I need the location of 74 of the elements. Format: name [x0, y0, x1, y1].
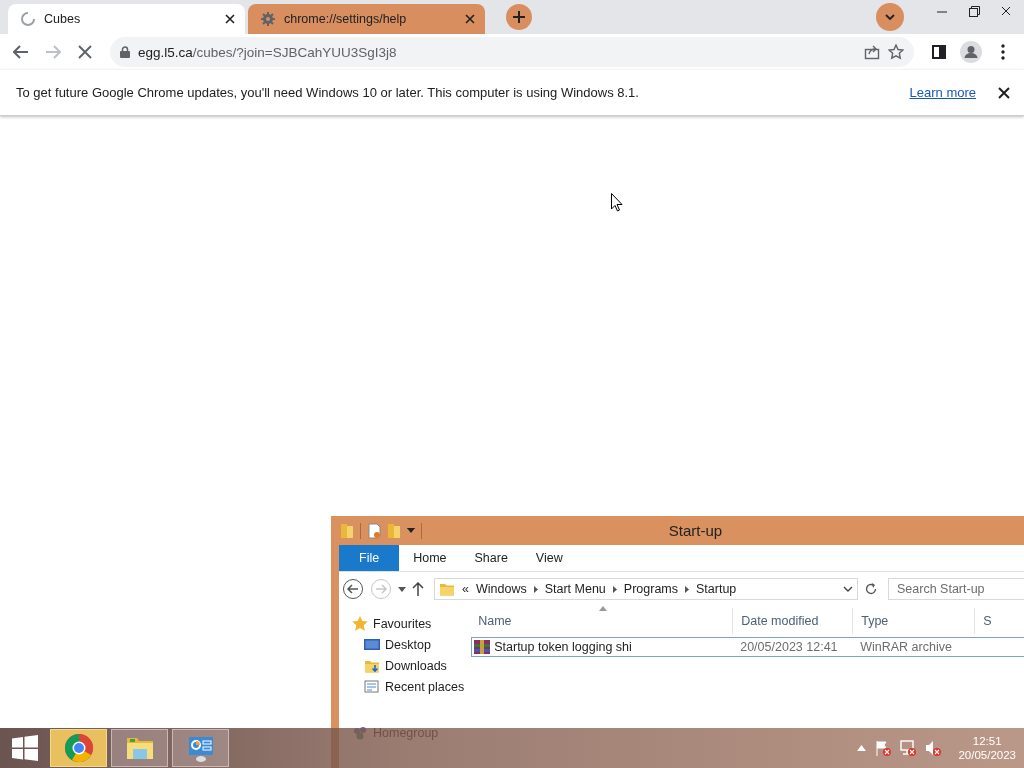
nav-item[interactable]: Downloads: [364, 658, 465, 674]
mouse-cursor-icon: [611, 193, 623, 212]
ribbon-tab[interactable]: File: [339, 545, 400, 571]
new-tab-button[interactable]: [506, 4, 532, 30]
column-header[interactable]: Date modified: [733, 608, 854, 634]
archive-icon: [474, 639, 491, 655]
star-icon[interactable]: [888, 44, 904, 60]
taskbar-app-button[interactable]: [172, 729, 229, 767]
close-icon[interactable]: [225, 14, 235, 24]
chrome-icon: [63, 733, 94, 763]
flag-icon[interactable]: [875, 740, 892, 756]
properties-icon[interactable]: [367, 522, 381, 539]
nav-item[interactable]: Recent places: [364, 679, 465, 695]
dropdown-caret-icon[interactable]: [843, 586, 853, 592]
breadcrumb-item[interactable]: Startup: [696, 582, 737, 596]
overflow-chevron[interactable]: «: [462, 582, 469, 596]
profile-icon[interactable]: [960, 41, 982, 63]
nav-item[interactable]: Desktop: [364, 637, 465, 653]
file-row[interactable]: Startup token logging shi 20/05/2023 12:41 WinRAR archive: [471, 637, 1024, 657]
ribbon-tab[interactable]: Share: [460, 545, 522, 571]
date-modified-cell-text: 20/05/2023 12:41: [739, 640, 839, 654]
search-field[interactable]: Search Start-up: [888, 578, 1024, 600]
favourites-icon: [352, 616, 368, 632]
speaker-icon[interactable]: [925, 740, 942, 756]
close-icon[interactable]: [998, 86, 1010, 99]
ribbon-tab[interactable]: View: [521, 545, 577, 571]
browser-tab[interactable]: chrome://settings/help: [248, 4, 485, 34]
file-type-cell-text: WinRAR archive: [859, 640, 953, 654]
clock-time: 12:51: [972, 734, 1002, 748]
breadcrumb-item[interactable]: Programs: [623, 582, 678, 596]
loading-spinner-icon: [20, 11, 36, 27]
file-name: Startup token logging shi: [494, 640, 632, 654]
update-warning-text: To get future Google Chrome updates, you'll need Windows 10 or later. This computer is using Windows 8.1.: [16, 85, 640, 100]
tab-search-button[interactable]: [876, 3, 904, 31]
gear-icon: [260, 11, 276, 27]
menu-icon[interactable]: [1001, 44, 1005, 60]
windows-logo-icon: [12, 735, 38, 761]
recent-locations-caret-icon[interactable]: [398, 586, 406, 592]
folder-icon: [340, 522, 354, 539]
plus-icon: [513, 11, 525, 23]
chevron-up-icon[interactable]: [857, 745, 867, 751]
taskbar-app-button[interactable]: [111, 729, 168, 767]
downloads-icon: [364, 658, 380, 674]
address-bar[interactable]: egg.l5.ca/cubes/?join=SJBCahYUU3SgI3j8: [110, 37, 914, 67]
address-bar[interactable]: « Windows Start Menu Programs Startup: [434, 578, 858, 600]
up-arrow-icon[interactable]: [412, 582, 424, 596]
taskbar-app-button[interactable]: [50, 729, 107, 767]
desktop-icon: [364, 637, 380, 653]
sort-caret-icon: [599, 606, 608, 611]
refresh-icon[interactable]: [864, 582, 878, 596]
window-title: Start-up: [667, 522, 724, 539]
close-icon[interactable]: [465, 14, 475, 24]
browser-tab[interactable]: Cubes: [8, 4, 245, 34]
lock-icon: [120, 46, 130, 58]
learn-more-link[interactable]: Learn more: [909, 85, 976, 100]
network-icon[interactable]: [900, 740, 917, 756]
clock-date: 20/05/2023: [958, 748, 1016, 762]
stop-icon[interactable]: [78, 45, 92, 59]
dropdown-caret-icon[interactable]: [407, 527, 415, 534]
folder-icon: [439, 581, 455, 597]
ribbon-tab[interactable]: Home: [399, 545, 461, 571]
side-panel-icon[interactable]: [932, 45, 946, 59]
chevron-right-icon: [612, 585, 617, 593]
recent-icon: [364, 679, 380, 695]
share-icon[interactable]: [864, 44, 880, 60]
chevron-down-icon: [885, 14, 895, 20]
chevron-right-icon: [533, 585, 538, 593]
breadcrumb-item[interactable]: Start Menu: [544, 582, 606, 596]
nav-item[interactable]: Favourites: [352, 616, 465, 632]
column-header[interactable]: Type: [853, 608, 976, 634]
back-arrow-icon[interactable]: [13, 45, 29, 59]
breadcrumb-item[interactable]: Windows: [475, 582, 527, 596]
column-header[interactable]: S: [975, 608, 1024, 634]
chevron-right-icon: [685, 585, 689, 593]
